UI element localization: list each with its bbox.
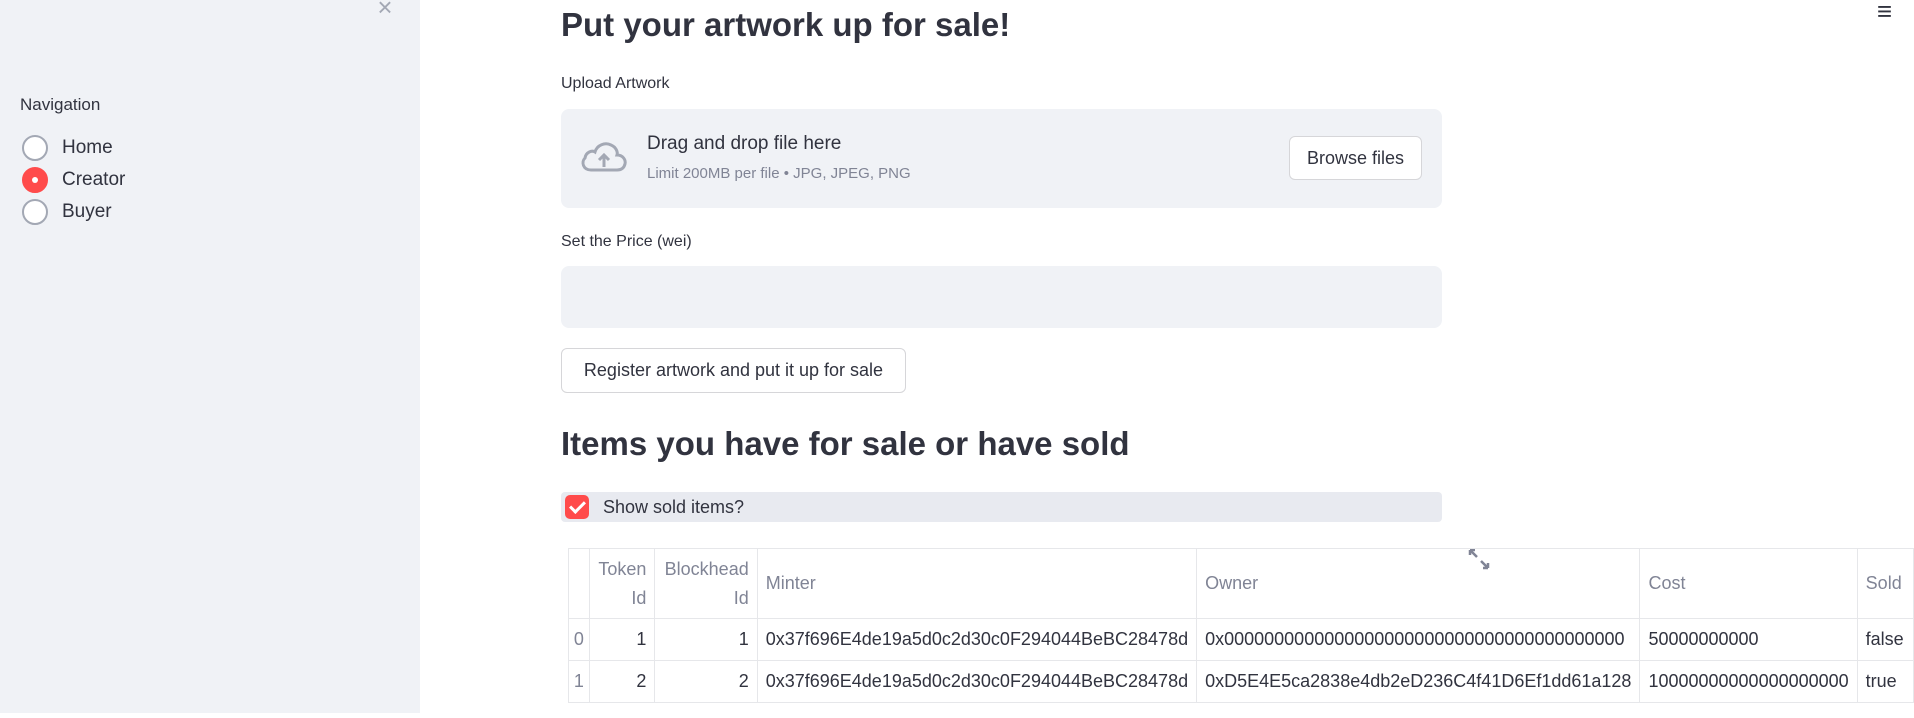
header-blockhead-id-label-2: Id [733, 587, 749, 608]
sidebar: × Navigation Home Creator Buyer [0, 0, 420, 713]
header-minter[interactable]: Minter [756, 548, 1198, 619]
radio-circle-icon [22, 199, 48, 225]
table-row: 1 2 2 0x37f696E4de19a5d0c2d30c0F294044Be… [568, 660, 1914, 703]
show-sold-checkbox[interactable]: Show sold items? [561, 492, 1442, 522]
radio-label-home: Home [62, 137, 113, 158]
hamburger-icon[interactable]: ≡ [1877, 0, 1892, 27]
cell-minter[interactable]: 0x37f696E4de19a5d0c2d30c0F294044BeBC2847… [756, 660, 1198, 703]
table-header-row: Token Id Blockhead Id Minter Owner Cost … [568, 548, 1914, 619]
checkbox-checked-icon [565, 495, 589, 519]
row-index: 1 [568, 660, 590, 703]
header-index [568, 548, 590, 619]
main-content: ≡ Put your artwork up for sale! Upload A… [420, 0, 1914, 713]
cell-minter[interactable]: 0x37f696E4de19a5d0c2d30c0F294044BeBC2847… [756, 618, 1198, 661]
radio-creator[interactable]: Creator [22, 164, 125, 196]
price-label: Set the Price (wei) [561, 233, 692, 250]
cell-blockhead-id[interactable]: 2 [654, 660, 758, 703]
page-title: Put your artwork up for sale! [561, 6, 1011, 43]
row-index: 0 [568, 618, 590, 661]
cell-sold[interactable]: false [1856, 618, 1914, 661]
price-input[interactable] [561, 266, 1442, 328]
radio-label-creator: Creator [62, 169, 126, 190]
drag-drop-text: Drag and drop file here [647, 133, 842, 154]
radio-label-buyer: Buyer [62, 201, 112, 222]
radio-circle-icon [22, 135, 48, 161]
cell-owner[interactable]: 0xD5E4E5ca2838e4db2eD236C4f41D6Ef1dd61a1… [1196, 660, 1641, 703]
browse-files-button[interactable]: Browse files [1289, 136, 1422, 180]
header-token-id[interactable]: Token Id [588, 548, 656, 619]
cell-blockhead-id[interactable]: 1 [654, 618, 758, 661]
show-sold-label: Show sold items? [603, 496, 745, 517]
register-artwork-button[interactable]: Register artwork and put it up for sale [561, 348, 906, 393]
cell-sold[interactable]: true [1856, 660, 1914, 703]
header-blockhead-id-label: Blockhead [664, 558, 749, 579]
close-icon[interactable]: × [372, 0, 398, 20]
upload-label: Upload Artwork [561, 75, 670, 92]
header-blockhead-id[interactable]: Blockhead Id [654, 548, 758, 619]
cell-token-id[interactable]: 1 [588, 618, 656, 661]
header-token-id-label: Token [598, 558, 647, 579]
navigation-label: Navigation [20, 95, 101, 114]
header-token-id-label-2: Id [631, 587, 647, 608]
cell-cost[interactable]: 50000000000 [1639, 618, 1858, 661]
cell-owner[interactable]: 0x00000000000000000000000000000000000000… [1196, 618, 1641, 661]
radio-home[interactable]: Home [22, 132, 125, 164]
header-sold[interactable]: Sold [1856, 548, 1914, 619]
items-section-title: Items you have for sale or have sold [561, 425, 1130, 462]
navigation-radio-group: Home Creator Buyer [22, 132, 125, 228]
upload-limit-text: Limit 200MB per file • JPG, JPEG, PNG [647, 165, 911, 182]
cloud-upload-icon [581, 142, 627, 172]
table-row: 0 1 1 0x37f696E4de19a5d0c2d30c0F294044Be… [568, 618, 1914, 661]
items-table: Token Id Blockhead Id Minter Owner Cost … [568, 548, 1914, 718]
header-cost[interactable]: Cost [1639, 548, 1858, 619]
header-owner[interactable]: Owner [1196, 548, 1641, 619]
file-uploader-dropzone[interactable]: Drag and drop file here Limit 200MB per … [561, 109, 1442, 208]
radio-circle-selected-icon [22, 167, 48, 193]
radio-buyer[interactable]: Buyer [22, 196, 125, 228]
cell-token-id[interactable]: 2 [588, 660, 656, 703]
cell-cost[interactable]: 10000000000000000000 [1639, 660, 1858, 703]
